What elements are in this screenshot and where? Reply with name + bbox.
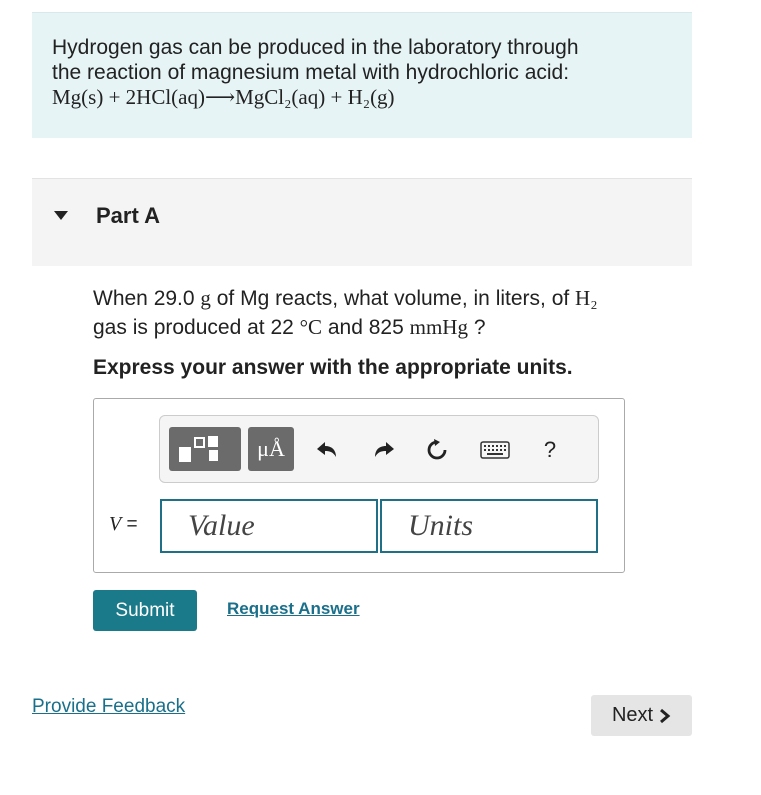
math-toolbar: μÅ ?: [159, 415, 599, 483]
reaction-equation: Mg(s) + 2HCl(aq)⟶MgCl₂(aq) + H₂(g): [52, 85, 395, 109]
problem-intro: Hydrogen gas can be produced in the labo…: [32, 12, 692, 138]
templates-button[interactable]: [169, 427, 241, 471]
variable-symbol: V: [109, 513, 122, 535]
answer-instruction: Express your answer with the appropriate…: [93, 356, 573, 379]
units-button[interactable]: μÅ: [248, 427, 294, 471]
question-text-segment: and 825: [322, 316, 410, 339]
value-input[interactable]: Value: [160, 499, 378, 553]
collapse-caret-icon[interactable]: [54, 211, 68, 220]
reset-icon[interactable]: [422, 434, 452, 466]
part-a-label: Part A: [96, 203, 160, 228]
temperature-unit: °C: [299, 315, 323, 339]
species-formula: H₂: [575, 286, 598, 310]
question-text: When 29.0 g of Mg reacts, what volume, i…: [93, 284, 693, 342]
question-text-segment: ?: [467, 316, 486, 339]
part-a-header[interactable]: Part A: [32, 178, 692, 266]
question-text-segment: When 29.0: [93, 287, 201, 310]
mass-unit: g: [200, 286, 211, 310]
undo-icon[interactable]: [312, 434, 342, 466]
question-text-segment: gas is produced at 22: [93, 316, 300, 339]
help-icon[interactable]: ?: [535, 434, 565, 466]
submit-button[interactable]: Submit: [93, 590, 197, 631]
variable-label: V =: [109, 513, 138, 536]
keyboard-icon[interactable]: [478, 434, 512, 466]
answer-box: μÅ ? V = Value Units: [93, 398, 625, 573]
equals-sign: =: [126, 514, 138, 535]
request-answer-link[interactable]: Request Answer: [227, 599, 360, 619]
redo-icon[interactable]: [369, 434, 399, 466]
intro-line-1: Hydrogen gas can be produced in the labo…: [52, 36, 579, 59]
question-text-segment: of Mg reacts, what volume, in liters, of: [210, 287, 576, 310]
next-button[interactable]: Next: [591, 695, 692, 736]
templates-icon: [179, 436, 218, 462]
units-input[interactable]: Units: [380, 499, 598, 553]
chevron-right-icon: [660, 708, 671, 723]
intro-line-2: the reaction of magnesium metal with hyd…: [52, 61, 570, 84]
pressure-unit: mmHg: [409, 315, 468, 339]
provide-feedback-link[interactable]: Provide Feedback: [32, 696, 185, 718]
next-label: Next: [611, 704, 654, 726]
